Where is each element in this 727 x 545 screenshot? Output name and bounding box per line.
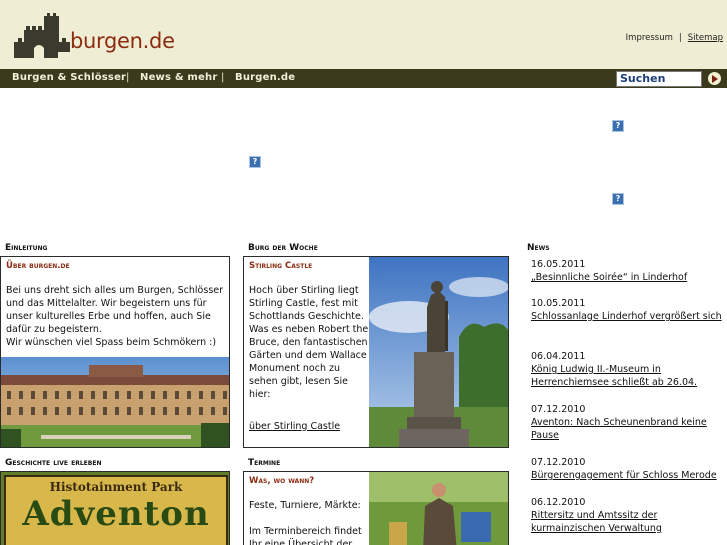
news-item: 07.12.2010 Aventon: Nach Scheunenbrand k…	[531, 403, 723, 442]
nav-separator: |	[221, 72, 225, 83]
sitemap-link[interactable]: Sitemap	[688, 33, 723, 43]
statue-image[interactable]	[369, 257, 509, 448]
link-separator: |	[678, 33, 682, 43]
top-links: Impressum | Sitemap	[626, 33, 723, 43]
logo-text: burgen.de	[70, 29, 175, 53]
news-date: 06.12.2010	[531, 497, 586, 508]
news-item: 06.12.2010 Rittersitz und Amtssitz der k…	[531, 496, 723, 535]
news-link[interactable]: „Besinnliche Soirée“ in Linderhof	[531, 271, 723, 284]
palace-image[interactable]	[1, 357, 230, 448]
news-date: 06.04.2011	[531, 351, 586, 362]
intro-text: Bei uns dreht sich alles um Burgen, Schl…	[6, 285, 224, 348]
news-item: 06.04.2011 König Ludwig II.-Museum in He…	[531, 350, 723, 389]
news-item: 10.05.2011 Schlossanlage Linderhof vergr…	[531, 297, 723, 323]
adventon-banner[interactable]: Histotainment Park Adventon	[0, 471, 230, 545]
nav-item-news[interactable]: News & mehr	[140, 72, 217, 83]
news-link[interactable]: Schlossanlage Linderhof vergrößert sich	[531, 310, 723, 323]
site-logo[interactable]: burgen.de	[12, 12, 182, 60]
castle-text: Hoch über Stirling liegt Stirling Castle…	[249, 285, 369, 400]
nav-separator: |	[126, 72, 130, 83]
intro-heading: Über burgen.de	[6, 261, 70, 271]
broken-image-icon: ?	[612, 193, 624, 205]
section-title-termine: Termine	[248, 458, 281, 468]
news-title: News	[527, 243, 550, 253]
arrow-right-icon[interactable]	[708, 72, 721, 85]
castle-box: Stirling Castle Hoch über Stirling liegt…	[243, 256, 509, 448]
news-link[interactable]: Rittersitz und Amtssitz der kurmainzisch…	[531, 509, 723, 535]
broken-image-icon: ?	[612, 120, 624, 132]
castle-heading: Stirling Castle	[249, 261, 313, 271]
section-title-castle: Burg der Woche	[248, 243, 318, 253]
search-input[interactable]: Suchen	[616, 71, 702, 87]
termine-text: Feste, Turniere, Märkte: Im Terminbereic…	[249, 500, 362, 545]
castle-link[interactable]: über Stirling Castle	[249, 421, 340, 432]
header: burgen.de Impressum | Sitemap	[0, 0, 727, 69]
intro-box: Über burgen.de Bei uns dreht sich alles …	[0, 256, 230, 448]
knight-image[interactable]	[369, 472, 509, 545]
news-item: 16.05.2011 „Besinnliche Soirée“ in Linde…	[531, 258, 723, 284]
banner-title: Adventon	[22, 494, 210, 534]
news-link[interactable]: Aventon: Nach Scheunenbrand keine Pause	[531, 416, 723, 442]
news-date: 10.05.2011	[531, 298, 586, 309]
news-item: 07.12.2010 Bürgerengagement für Schloss …	[531, 456, 723, 482]
news-link[interactable]: König Ludwig II.-Museum in Herrenchiemse…	[531, 363, 723, 389]
termine-box: Was, wo wann? Feste, Turniere, Märkte: I…	[243, 471, 509, 545]
broken-image-icon: ?	[249, 156, 261, 168]
banner-subtitle: Histotainment Park	[49, 480, 183, 494]
nav-item-burgen-schloesser[interactable]: Burgen & Schlösser	[12, 72, 126, 83]
section-title-intro: Einleitung	[5, 243, 48, 253]
castle-logo-icon	[14, 13, 70, 58]
termine-heading: Was, wo wann?	[249, 476, 315, 486]
news-date: 07.12.2010	[531, 404, 586, 415]
news-date: 16.05.2011	[531, 259, 586, 270]
news-link[interactable]: Bürgerengagement für Schloss Merode	[531, 469, 723, 482]
news-date: 07.12.2010	[531, 457, 586, 468]
section-title-history: Geschichte live erleben	[5, 458, 102, 468]
impressum-link[interactable]: Impressum	[626, 33, 673, 43]
nav-item-burgen-de[interactable]: Burgen.de	[235, 72, 295, 83]
